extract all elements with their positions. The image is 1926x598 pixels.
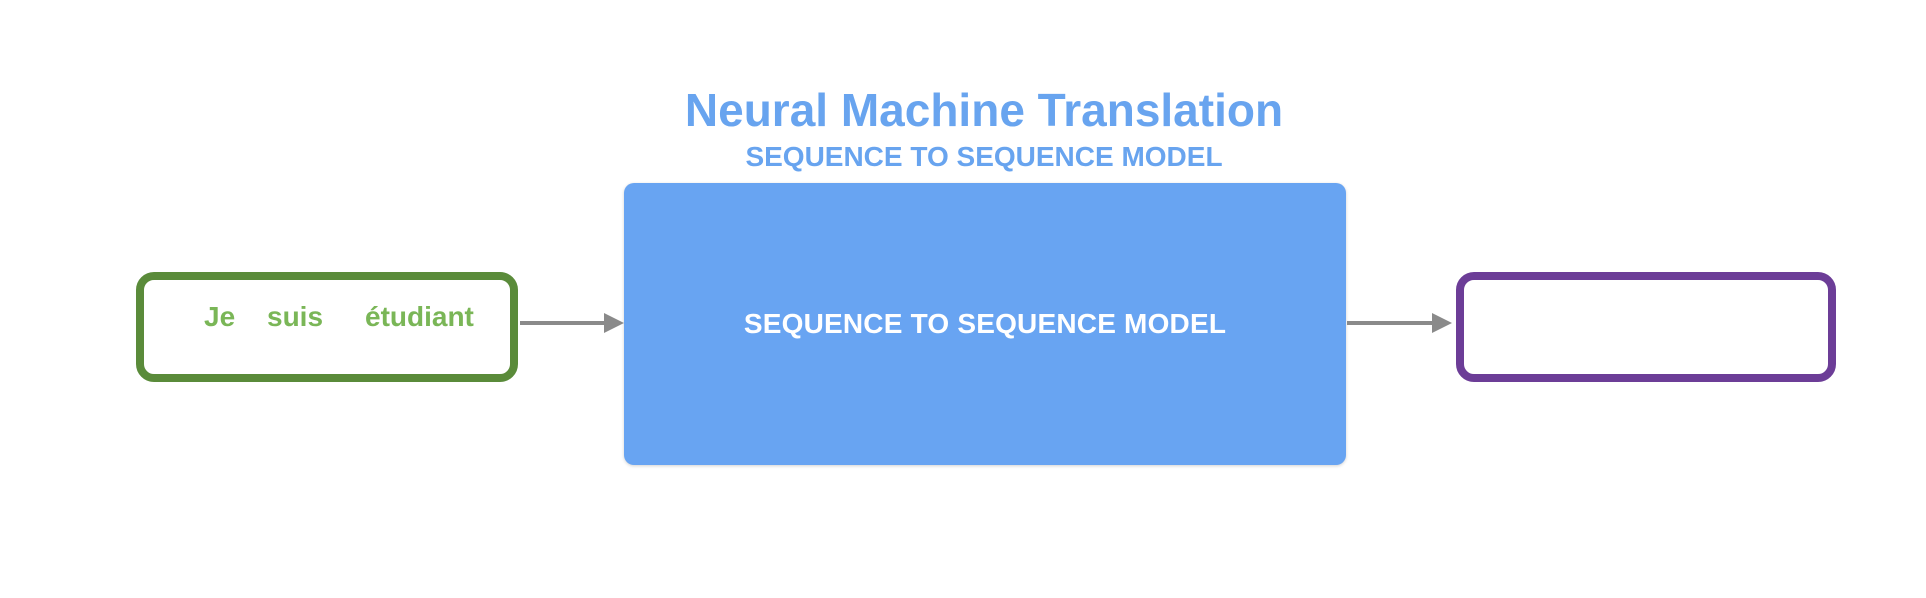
input-sequence-box: Je suis étudiant xyxy=(136,272,518,382)
diagram-title: Neural Machine Translation xyxy=(684,84,1284,136)
diagram-subtitle: SEQUENCE TO SEQUENCE MODEL xyxy=(745,141,1223,172)
output-sequence-box xyxy=(1456,272,1836,382)
input-words: Je suis étudiant xyxy=(144,280,510,374)
input-word: Je xyxy=(204,301,236,332)
input-to-model-arrow xyxy=(520,313,624,333)
seq2seq-model-box: SEQUENCE TO SEQUENCE MODEL xyxy=(624,183,1346,465)
model-to-output-arrow xyxy=(1347,313,1452,333)
arrow-head xyxy=(604,313,624,333)
input-word: suis xyxy=(267,301,324,332)
model-label: SEQUENCE TO SEQUENCE MODEL xyxy=(743,308,1227,339)
arrow-head xyxy=(1432,313,1452,333)
input-word: étudiant xyxy=(365,301,474,332)
